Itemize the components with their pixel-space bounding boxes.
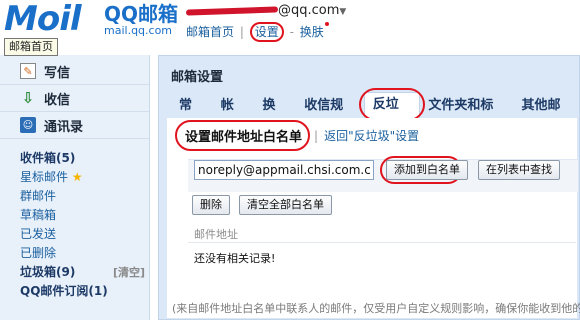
- brand-url: mail.qq.com: [104, 24, 173, 37]
- column-header-email: 邮件地址: [194, 228, 238, 241]
- redaction-mark: [185, 5, 279, 16]
- clear-spam-link[interactable]: [清空]: [113, 263, 145, 282]
- find-in-list-button[interactable]: 在列表中查找: [478, 160, 560, 180]
- folder-spam-label: 垃圾箱(9): [20, 265, 76, 279]
- contacts-button[interactable]: ☺ 通讯录: [0, 112, 149, 139]
- empty-state: 还没有相关记录!: [194, 252, 276, 265]
- email-suffix: @qq.com: [278, 3, 340, 18]
- qq-mail-logo[interactable]: Moil: [4, 0, 82, 39]
- receive-button[interactable]: ⇩ 收信: [0, 85, 149, 112]
- tooltip: 邮箱首页: [4, 38, 58, 56]
- email-input[interactable]: [194, 160, 374, 180]
- subheader: 设置邮件地址白名单 | 返回"反垃圾"设置: [174, 120, 419, 151]
- folder-starred-label: 星标邮件: [20, 170, 69, 184]
- folder-drafts[interactable]: 草稿箱: [20, 206, 149, 225]
- folder-inbox[interactable]: 收件箱(5): [20, 149, 149, 168]
- add-to-whitelist-button[interactable]: 添加到白名单: [386, 160, 468, 180]
- folder-subscriptions[interactable]: QQ邮件订阅(1): [20, 282, 149, 301]
- star-icon: ★: [71, 170, 83, 184]
- top-links: 邮箱首页 | 设置 - 换肤: [186, 22, 329, 42]
- link-separator: -: [289, 25, 294, 39]
- delete-button[interactable]: 删除: [192, 195, 230, 215]
- notification-dot: [324, 22, 329, 26]
- back-link[interactable]: 返回"反垃圾"设置: [324, 127, 419, 144]
- clear-whitelist-button[interactable]: 清空全部白名单: [239, 195, 332, 215]
- contacts-label: 通讯录: [44, 119, 84, 135]
- tab-account[interactable]: 帐户: [213, 94, 255, 137]
- folder-starred[interactable]: 星标邮件 ★: [20, 168, 149, 187]
- folder-sent[interactable]: 已发送: [20, 225, 149, 244]
- home-link[interactable]: 邮箱首页: [186, 25, 234, 39]
- brand-name: QQ邮箱: [104, 2, 179, 26]
- compose-label: 写信: [44, 65, 71, 81]
- tab-general[interactable]: 常规: [171, 94, 213, 137]
- contacts-icon: ☺: [20, 117, 36, 133]
- sidebar-actions: ✎ 写信 ⇩ 收信 ☺ 通讯录: [0, 55, 149, 139]
- settings-tabs: 常规 帐户 换肤 收信规则 反垃圾 文件夹和标签 其他邮箱: [159, 88, 580, 137]
- logo-wordmark: Moil: [4, 0, 82, 39]
- inbox-download-icon: ⇩: [21, 89, 35, 107]
- folder-list: 收件箱(5) 星标邮件 ★ 群邮件 草稿箱 已发送 已删除 垃圾箱(9) [清空]…: [0, 147, 149, 301]
- column-divider: [188, 242, 576, 243]
- tab-antispam[interactable]: 反垃圾: [358, 88, 425, 136]
- tab-folders[interactable]: 文件夹和标签: [420, 94, 513, 137]
- brand-block: QQ邮箱 mail.qq.com: [104, 3, 178, 37]
- chevron-down-icon[interactable]: ▼: [339, 7, 346, 17]
- settings-link[interactable]: 设置: [249, 22, 284, 42]
- folder-deleted[interactable]: 已删除: [20, 244, 149, 263]
- compose-icon: ✎: [20, 63, 36, 79]
- whitelist-title: 设置邮件地址白名单: [174, 120, 311, 151]
- skin-link[interactable]: 换肤: [300, 25, 324, 39]
- subheader-separator: |: [314, 128, 319, 143]
- tab-other-mailbox[interactable]: 其他邮箱: [514, 94, 580, 137]
- header: Moil QQ邮箱 mail.qq.com @qq.com▼ 邮箱首页 | 设置…: [0, 0, 580, 56]
- folder-spam[interactable]: 垃圾箱(9) [清空]: [20, 263, 149, 282]
- sidebar: ✎ 写信 ⇩ 收信 ☺ 通讯录 收件箱(5) 星标邮件 ★ 群邮件 草稿箱 已发…: [0, 55, 150, 320]
- footer-note: (来自邮件地址白名单中联系人的邮件，仅受用户自定义规则影响，确保你能收到他的邮件: [172, 302, 580, 315]
- whitelist-content: 设置邮件地址白名单 | 返回"反垃圾"设置: [167, 118, 577, 318]
- compose-button[interactable]: ✎ 写信: [0, 58, 149, 85]
- link-separator: |: [239, 25, 244, 39]
- page-title: 邮箱设置: [171, 70, 224, 85]
- tab-rules[interactable]: 收信规则: [296, 94, 363, 137]
- folder-group[interactable]: 群邮件: [20, 187, 149, 206]
- receive-label: 收信: [44, 92, 71, 108]
- divider: [0, 139, 149, 147]
- tab-skin[interactable]: 换肤: [255, 94, 297, 137]
- user-email[interactable]: @qq.com▼: [185, 3, 346, 18]
